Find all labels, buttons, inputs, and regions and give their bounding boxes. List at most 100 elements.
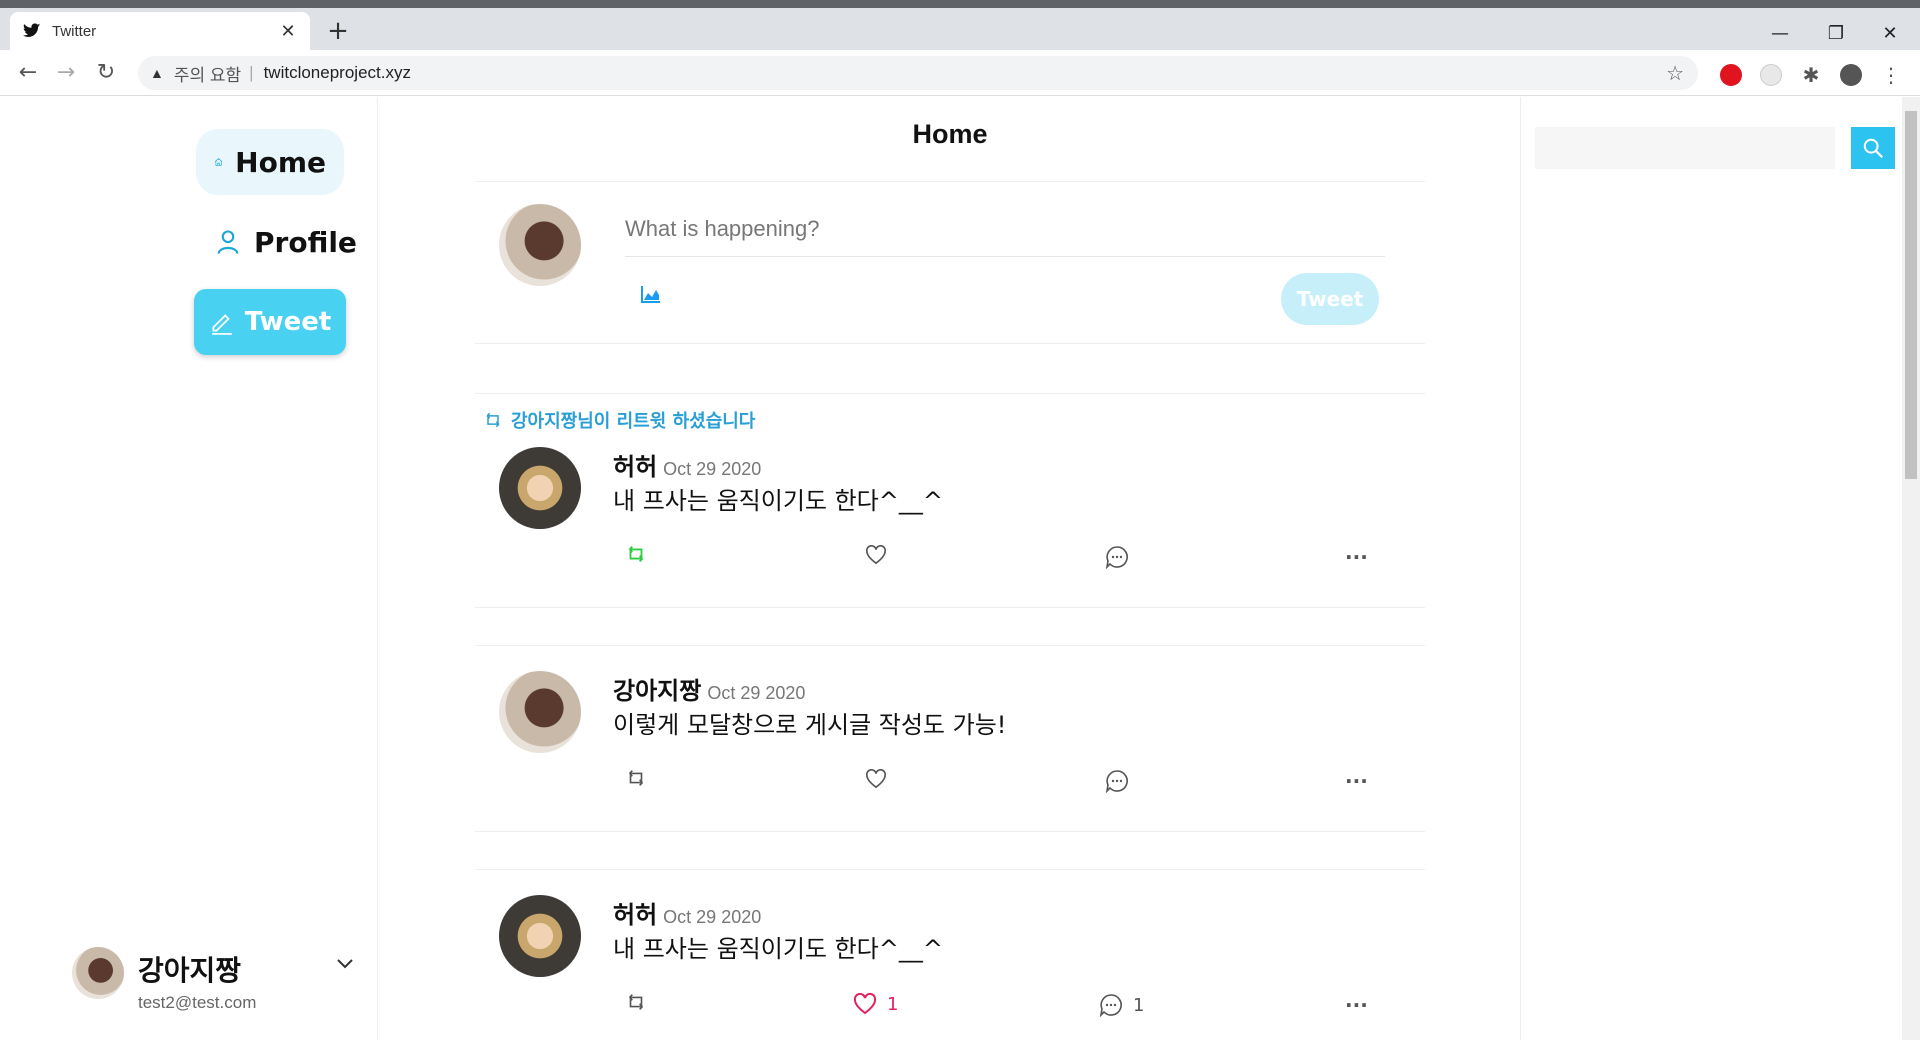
divider xyxy=(475,343,1425,344)
tweet-date: Oct 29 2020 xyxy=(707,683,806,703)
page-content: Home Profile Tweet 강아지짱 test2@test.com H… xyxy=(0,97,1920,1040)
tweet-actions: ··· xyxy=(475,769,1425,799)
retweet-icon xyxy=(628,770,644,786)
opera-extension-icon[interactable] xyxy=(1720,64,1742,86)
sidebar-item-label: Home xyxy=(235,145,326,179)
tab-title: Twitter xyxy=(52,22,97,40)
tweet-text: 내 프사는 움직이기도 한다^__^ xyxy=(613,487,943,515)
reply-count: 1 xyxy=(1133,994,1145,1016)
warning-icon[interactable]: ▲ xyxy=(150,65,164,81)
tab-strip: Twitter ✕ + — ❐ ✕ xyxy=(0,8,1920,50)
minimize-button[interactable]: — xyxy=(1752,16,1808,52)
retweet-note: 강아지짱님이 리트윗 하셨습니다 xyxy=(483,407,755,433)
main-feed: Home What is happening? Tweet 강아지짱님이 리트윗… xyxy=(475,97,1425,1040)
retweet-button[interactable] xyxy=(625,769,657,787)
tweet-card[interactable]: 강아지짱님이 리트윗 하셨습니다 허허 Oct 29 2020 내 프사는 움직이… xyxy=(475,407,1425,607)
sidebar-item-profile[interactable]: Profile xyxy=(196,209,375,275)
tweet-button[interactable]: Tweet xyxy=(194,289,346,355)
extension-icon[interactable] xyxy=(1760,64,1782,86)
avatar[interactable] xyxy=(499,447,581,529)
scrollbar[interactable] xyxy=(1902,97,1920,1040)
scrollbar-thumb[interactable] xyxy=(1905,111,1917,479)
forward-arrow-icon[interactable]: → xyxy=(52,59,80,87)
bookmark-star-icon[interactable]: ☆ xyxy=(1666,61,1684,86)
tweet-date: Oct 29 2020 xyxy=(663,459,762,479)
avatar xyxy=(72,947,124,999)
restore-button[interactable]: ❐ xyxy=(1808,16,1864,52)
retweet-note-text: 강아지짱님이 리트윗 하셨습니다 xyxy=(511,411,756,432)
like-count: 1 xyxy=(887,993,899,1015)
more-options-icon[interactable]: ··· xyxy=(1345,545,1368,569)
retweet-button[interactable] xyxy=(625,545,657,563)
back-arrow-icon[interactable]: ← xyxy=(14,59,42,87)
close-tab-icon[interactable]: ✕ xyxy=(278,21,298,42)
comment-icon xyxy=(1105,770,1128,793)
like-button[interactable] xyxy=(865,545,897,565)
retweet-icon xyxy=(628,546,644,562)
send-tweet-button[interactable]: Tweet xyxy=(1281,273,1379,325)
page-title: Home xyxy=(912,119,988,149)
more-options-icon[interactable]: ··· xyxy=(1345,993,1368,1017)
tweet-author-name: 허허 xyxy=(613,453,658,481)
twitter-bird-icon xyxy=(22,21,42,41)
heart-icon xyxy=(866,545,886,565)
url-text[interactable]: twitcloneproject.xyz xyxy=(264,63,411,83)
tweet-button-label: Tweet xyxy=(244,307,332,337)
browser-tab[interactable]: Twitter ✕ xyxy=(10,12,310,50)
tweet-author-name: 허허 xyxy=(613,901,658,929)
right-sidebar xyxy=(1520,97,1920,1040)
tweet-author-name: 강아지짱 xyxy=(613,677,702,705)
profile-account-icon[interactable] xyxy=(1840,64,1862,86)
reply-button[interactable] xyxy=(1105,769,1139,793)
window-close-button[interactable]: ✕ xyxy=(1862,16,1918,52)
retweet-icon xyxy=(628,994,644,1010)
left-sidebar: Home Profile Tweet 강아지짱 test2@test.com xyxy=(0,97,378,1040)
avatar xyxy=(499,204,581,286)
tweet-date: Oct 29 2020 xyxy=(663,907,762,927)
menu-kebab-icon[interactable]: ⋮ xyxy=(1880,64,1902,86)
avatar[interactable] xyxy=(499,671,581,753)
tweet-author[interactable]: 허허 Oct 29 2020 xyxy=(613,447,761,482)
avatar[interactable] xyxy=(499,895,581,977)
new-tab-button[interactable]: + xyxy=(322,16,354,48)
address-bar[interactable]: ▲ 주의 요함 | twitcloneproject.xyz ☆ xyxy=(138,56,1698,90)
home-icon xyxy=(214,158,223,166)
window-frame-top xyxy=(0,0,1920,8)
account-switcher[interactable]: 강아지짱 test2@test.com xyxy=(72,947,372,1027)
reply-button[interactable] xyxy=(1105,545,1139,569)
tweet-author[interactable]: 강아지짱 Oct 29 2020 xyxy=(613,671,805,706)
divider xyxy=(475,393,1425,394)
tweet-actions: 1 1 ··· xyxy=(475,993,1425,1023)
tweet-text: 내 프사는 움직이기도 한다^__^ xyxy=(613,935,943,963)
retweet-button[interactable] xyxy=(625,993,657,1011)
browser-toolbar: ← → ↻ ▲ 주의 요함 | twitcloneproject.xyz ☆ ✱… xyxy=(0,50,1920,96)
search-icon xyxy=(1863,138,1883,158)
divider xyxy=(475,181,1425,182)
search-input[interactable] xyxy=(1535,127,1835,169)
heart-icon xyxy=(853,993,877,1015)
like-button[interactable] xyxy=(865,769,897,789)
tweet-card[interactable]: 허허 Oct 29 2020 내 프사는 움직이기도 한다^__^ 1 1 ··· xyxy=(475,811,1425,1017)
sidebar-item-label: Profile xyxy=(254,225,357,259)
tweet-author[interactable]: 허허 Oct 29 2020 xyxy=(613,895,761,930)
puzzle-extensions-icon[interactable]: ✱ xyxy=(1800,64,1822,86)
chevron-down-icon[interactable] xyxy=(336,951,354,975)
tweet-actions: ··· xyxy=(475,545,1425,575)
search-button[interactable] xyxy=(1851,127,1895,169)
more-options-icon[interactable]: ··· xyxy=(1345,769,1368,793)
sidebar-item-home[interactable]: Home xyxy=(196,129,344,195)
reply-button[interactable]: 1 xyxy=(1099,993,1144,1017)
retweet-icon xyxy=(486,412,500,428)
account-name: 강아지짱 xyxy=(138,954,242,987)
reload-icon[interactable]: ↻ xyxy=(92,59,120,87)
tweet-input[interactable]: What is happening? xyxy=(625,212,1385,257)
person-icon xyxy=(217,230,239,254)
heart-icon xyxy=(866,769,886,789)
like-button[interactable]: 1 xyxy=(853,993,898,1015)
security-warning-text[interactable]: 주의 요함 xyxy=(174,61,241,86)
pencil-icon xyxy=(211,314,232,335)
tweet-card[interactable]: 강아지짱 Oct 29 2020 이렇게 모달창으로 게시글 작성도 가능! ··… xyxy=(475,587,1425,793)
account-email: test2@test.com xyxy=(138,993,257,1012)
image-upload-icon[interactable] xyxy=(641,284,661,308)
comment-icon xyxy=(1099,994,1122,1017)
